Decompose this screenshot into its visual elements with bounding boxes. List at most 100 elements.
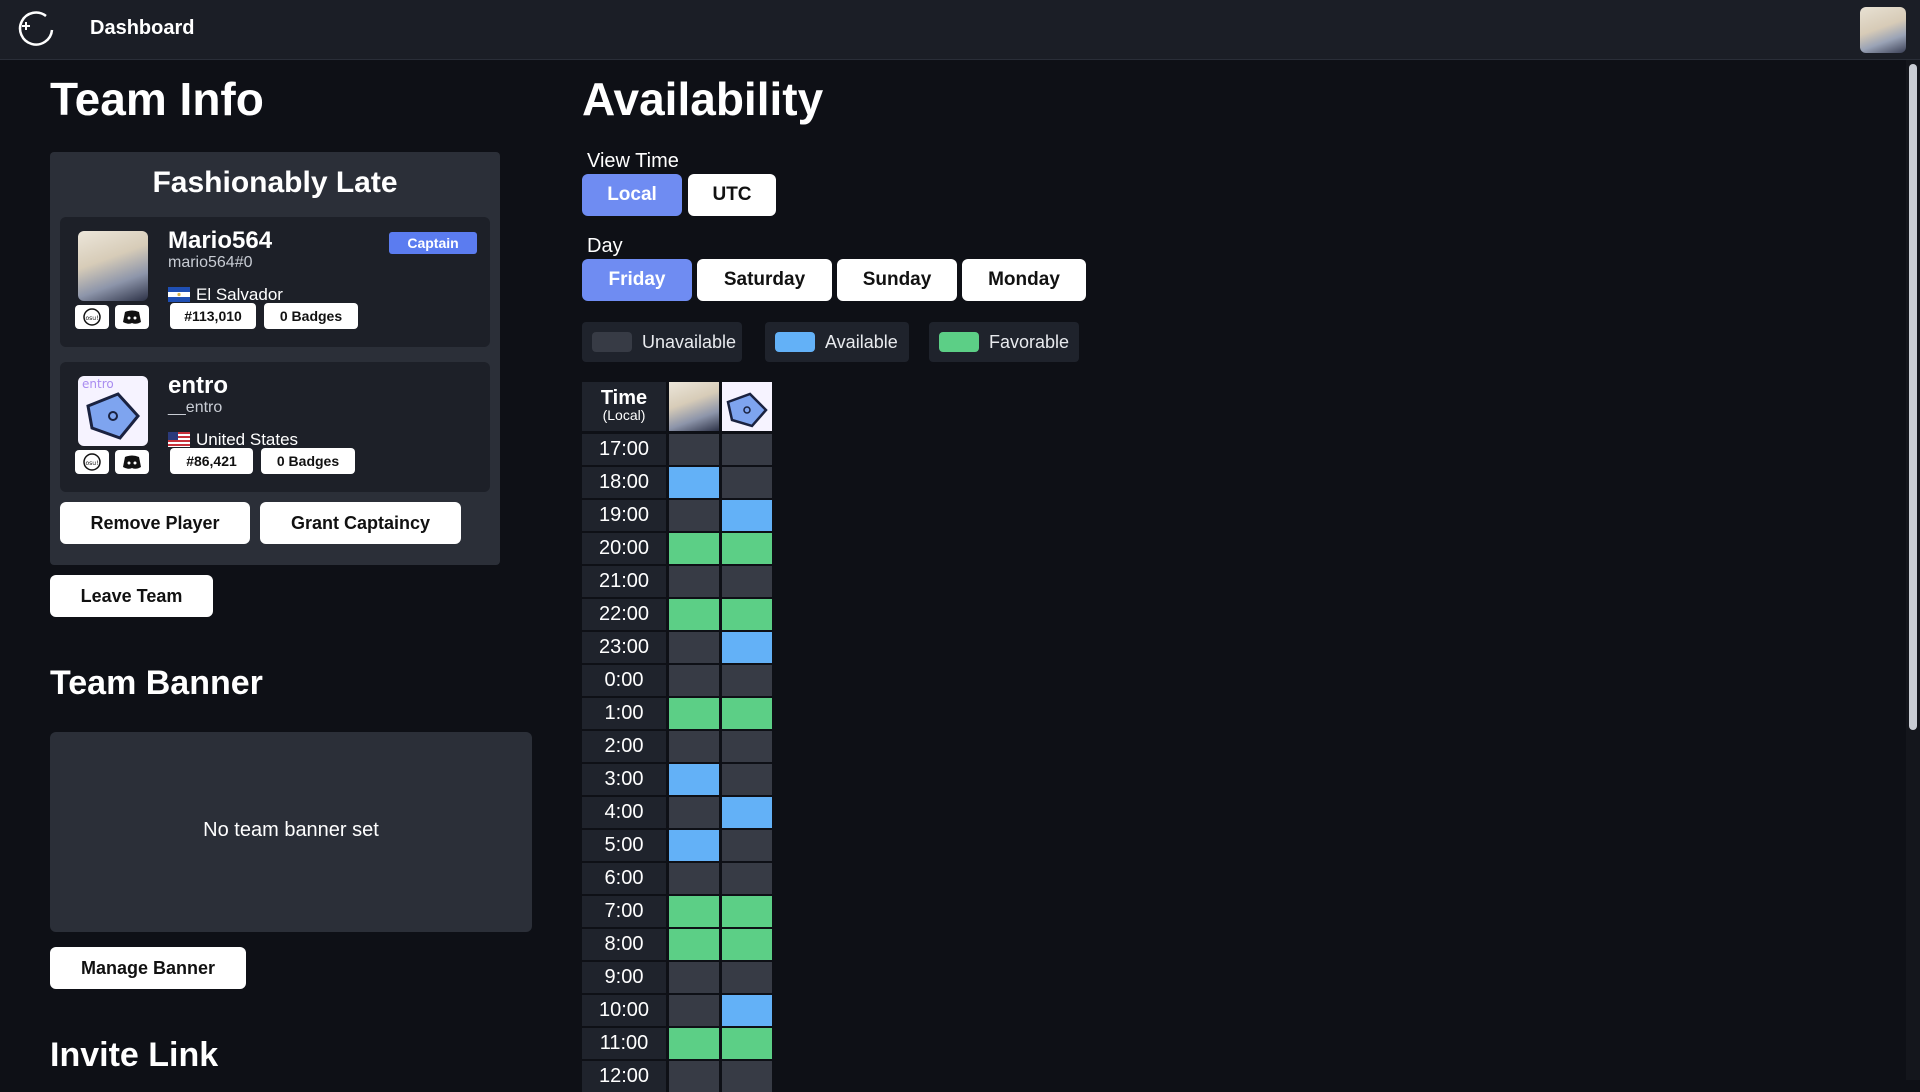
availability-slot-entro[interactable]	[722, 896, 772, 927]
availability-slot-mario564[interactable]	[669, 929, 719, 960]
player-avatar: entro	[78, 376, 148, 446]
banner-empty-text: No team banner set	[203, 819, 379, 841]
dashboard-link[interactable]: Dashboard	[90, 17, 194, 40]
country-label: El Salvador	[196, 285, 283, 304]
availability-slot-mario564[interactable]	[669, 467, 719, 498]
availability-slot-entro[interactable]	[722, 467, 772, 498]
rank-badge: #113,010	[170, 303, 256, 329]
time-slot-label: 23:00	[582, 632, 666, 663]
availability-slot-mario564[interactable]	[669, 434, 719, 465]
country-label: United States	[196, 430, 299, 449]
scrollbar-thumb[interactable]	[1909, 64, 1917, 730]
availability-slot-entro[interactable]	[722, 599, 772, 630]
discord-icon[interactable]	[115, 305, 149, 329]
player-column-avatar-entro	[722, 382, 772, 431]
availability-slot-entro[interactable]	[722, 995, 772, 1026]
day-monday-tab[interactable]: Monday	[962, 259, 1086, 301]
availability-slot-entro[interactable]	[722, 797, 772, 828]
availability-slot-entro[interactable]	[722, 533, 772, 564]
player-country: United States	[168, 430, 298, 450]
availability-slot-entro[interactable]	[722, 632, 772, 663]
availability-slot-mario564[interactable]	[669, 797, 719, 828]
availability-slot-entro[interactable]	[722, 731, 772, 762]
osu-profile-icon[interactable]: osu!	[75, 450, 109, 474]
availability-slot-entro[interactable]	[722, 698, 772, 729]
page-scrollbar[interactable]	[1906, 60, 1920, 1080]
availability-slot-entro[interactable]	[722, 566, 772, 597]
team-banner-heading: Team Banner	[50, 664, 263, 702]
time-slot-label: 2:00	[582, 731, 666, 762]
day-sunday-tab[interactable]: Sunday	[837, 259, 957, 301]
view-time-local-button[interactable]: Local	[582, 174, 682, 216]
view-time-utc-button[interactable]: UTC	[688, 174, 776, 216]
availability-slot-entro[interactable]	[722, 764, 772, 795]
time-slot-label: 3:00	[582, 764, 666, 795]
player-name: Mario564	[168, 227, 273, 254]
availability-slot-mario564[interactable]	[669, 632, 719, 663]
time-header-label: Time	[600, 387, 648, 409]
availability-slot-mario564[interactable]	[669, 698, 719, 729]
availability-slot-entro[interactable]	[722, 500, 772, 531]
time-slot-label: 21:00	[582, 566, 666, 597]
el-salvador-flag-icon	[168, 287, 190, 302]
user-avatar[interactable]	[1860, 7, 1906, 53]
badges-count: 0 Badges	[264, 303, 358, 329]
availability-slot-mario564[interactable]	[669, 500, 719, 531]
availability-slot-entro[interactable]	[722, 665, 772, 696]
legend-unavailable: Unavailable	[582, 322, 742, 362]
availability-slot-mario564[interactable]	[669, 533, 719, 564]
availability-slot-mario564[interactable]	[669, 830, 719, 861]
availability-slot-entro[interactable]	[722, 962, 772, 993]
top-navbar: Dashboard	[0, 0, 1920, 60]
day-label: Day	[587, 235, 623, 257]
legend-available: Available	[765, 322, 909, 362]
availability-slot-mario564[interactable]	[669, 665, 719, 696]
leave-team-button[interactable]: Leave Team	[50, 575, 213, 617]
day-saturday-tab[interactable]: Saturday	[697, 259, 832, 301]
osu-profile-icon[interactable]: osu!	[75, 305, 109, 329]
time-slot-label: 12:00	[582, 1061, 666, 1092]
availability-slot-mario564[interactable]	[669, 599, 719, 630]
availability-slot-entro[interactable]	[722, 929, 772, 960]
badges-count: 0 Badges	[261, 448, 355, 474]
remove-player-button[interactable]: Remove Player	[60, 502, 250, 544]
availability-slot-entro[interactable]	[722, 830, 772, 861]
rank-badge: #86,421	[170, 448, 253, 474]
manage-banner-button[interactable]: Manage Banner	[50, 947, 246, 989]
availability-slot-mario564[interactable]	[669, 1028, 719, 1059]
time-slot-label: 1:00	[582, 698, 666, 729]
availability-slot-mario564[interactable]	[669, 995, 719, 1026]
time-slot-label: 11:00	[582, 1028, 666, 1059]
invite-link-heading: Invite Link	[50, 1036, 219, 1074]
availability-slot-mario564[interactable]	[669, 731, 719, 762]
time-column-header: Time (Local)	[582, 382, 666, 431]
time-slot-label: 18:00	[582, 467, 666, 498]
availability-slot-mario564[interactable]	[669, 962, 719, 993]
availability-slot-mario564[interactable]	[669, 566, 719, 597]
time-slot-label: 4:00	[582, 797, 666, 828]
availability-slot-entro[interactable]	[722, 863, 772, 894]
time-slot-label: 9:00	[582, 962, 666, 993]
availability-slot-entro[interactable]	[722, 434, 772, 465]
availability-heading: Availability	[582, 73, 824, 125]
legend-label: Available	[825, 332, 898, 352]
availability-slot-mario564[interactable]	[669, 1061, 719, 1092]
availability-slot-mario564[interactable]	[669, 863, 719, 894]
orbit-logo-icon[interactable]	[16, 10, 56, 50]
availability-slot-mario564[interactable]	[669, 896, 719, 927]
grant-captaincy-button[interactable]: Grant Captaincy	[260, 502, 461, 544]
time-slot-label: 0:00	[582, 665, 666, 696]
team-card: Fashionably Late Mario564 mario564#0 El …	[50, 152, 500, 565]
day-friday-tab[interactable]: Friday	[582, 259, 692, 301]
discord-icon[interactable]	[115, 450, 149, 474]
svg-text:osu!: osu!	[85, 460, 98, 467]
legend-swatch-unavailable	[592, 332, 632, 352]
availability-slot-entro[interactable]	[722, 1061, 772, 1092]
player-card: entro entro __entro United States osu! #…	[60, 362, 490, 492]
time-slot-label: 19:00	[582, 500, 666, 531]
team-info-heading: Team Info	[50, 73, 264, 125]
player-handle: mario564#0	[168, 254, 253, 271]
availability-slot-entro[interactable]	[722, 1028, 772, 1059]
availability-slot-mario564[interactable]	[669, 764, 719, 795]
player-column-avatar-mario564	[669, 382, 719, 431]
